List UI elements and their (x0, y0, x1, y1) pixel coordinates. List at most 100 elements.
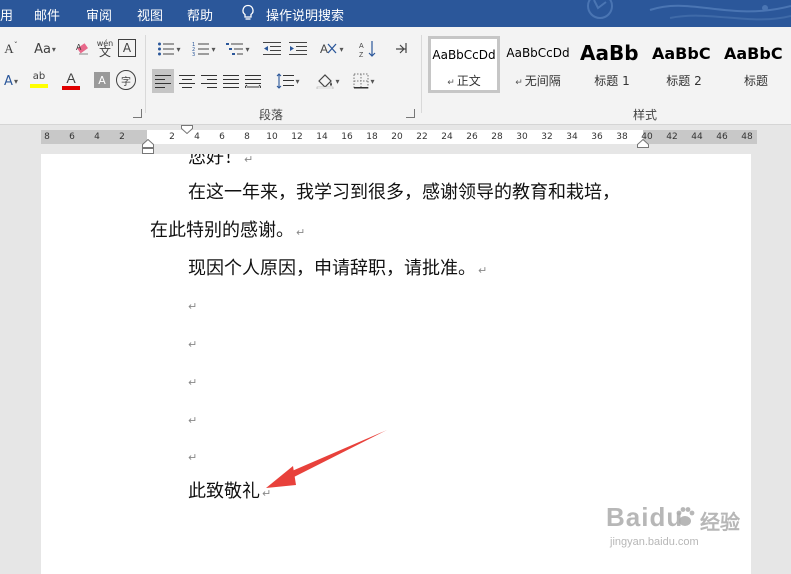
ribbon-background-pattern (587, 0, 791, 21)
increase-indent-button[interactable] (286, 37, 310, 61)
style-heading-2[interactable]: AaBbC 标题 2 (648, 36, 720, 93)
ruler-number: 2 (119, 132, 125, 142)
shrink-font-button[interactable]: Aˇ (0, 37, 22, 61)
left-indent-marker[interactable] (142, 139, 154, 154)
font-dialog-launcher[interactable] (133, 109, 142, 118)
paragraph-dialog-launcher[interactable] (406, 109, 415, 118)
paragraph-group-label: 段落 (259, 108, 284, 122)
tab-review[interactable]: 审阅 (86, 5, 112, 24)
tab-mailings[interactable]: 邮件 (34, 5, 60, 24)
style-normal[interactable]: AaBbCcDd ↵ 正文 (428, 36, 500, 93)
multilevel-list-button[interactable]: ▾ (222, 37, 254, 61)
ruler-number: 44 (691, 132, 703, 142)
distributed-button[interactable] (242, 69, 264, 93)
borders-button[interactable]: ▾ (348, 69, 380, 93)
justify-button[interactable] (220, 69, 242, 93)
paragraph-mark-icon (396, 43, 407, 54)
watermark-brand-cn: 经验 (700, 512, 740, 534)
ruler-number: 16 (341, 132, 353, 142)
style-name: 无间隔 (524, 74, 561, 88)
justify-icon (223, 75, 239, 88)
style-name: 标题 (743, 74, 768, 88)
ruler-number: 26 (466, 132, 478, 142)
ruler-number: 8 (44, 132, 50, 142)
ruler-number: 10 (266, 132, 278, 142)
ruler-number: 18 (366, 132, 378, 142)
style-name: 标题 2 (666, 74, 702, 88)
lightbulb-icon[interactable] (240, 4, 256, 22)
align-right-button[interactable] (198, 69, 220, 93)
style-title[interactable]: AaBbC 标题 (720, 36, 791, 93)
character-border-button[interactable]: A (118, 39, 136, 57)
show-hide-marks-button[interactable] (390, 37, 412, 61)
borders-icon (353, 73, 369, 89)
highlight-color-button[interactable]: ab (24, 67, 54, 93)
bullets-button[interactable]: ▾ (152, 37, 186, 61)
align-left-button[interactable] (152, 69, 174, 93)
paragraph-body-line-2[interactable]: 在此特别的感谢。 ↵ (150, 220, 305, 244)
empty-paragraph-mark[interactable]: ↵ (188, 451, 197, 464)
text-effects-button[interactable]: A ▾ (0, 69, 22, 93)
style-preview: AaBb (580, 41, 639, 65)
empty-paragraph-mark[interactable]: ↵ (188, 414, 197, 427)
paragraph-resignation[interactable]: 现因个人原因，申请辞职，请批准。 ↵ (188, 258, 487, 282)
align-center-icon (179, 75, 195, 88)
ruler-number: 34 (566, 132, 578, 142)
ruler-number: 12 (291, 132, 303, 142)
line-spacing-button[interactable]: ▾ (272, 69, 304, 93)
character-shading-button[interactable]: A (94, 72, 110, 88)
ruler-number: 4 (194, 132, 200, 142)
ruler-number: 38 (616, 132, 628, 142)
svg-text:3: 3 (192, 52, 195, 57)
bullet-list-icon (158, 42, 175, 56)
empty-paragraph-mark[interactable]: ↵ (188, 338, 197, 351)
chinese-layout-button[interactable]: A ▾ (316, 37, 348, 61)
paragraph-greeting[interactable]: 您好！ ↵ (188, 154, 253, 171)
sort-button[interactable]: A Z (356, 37, 380, 61)
chinese-layout-icon: A (320, 42, 337, 56)
ruler-number: 14 (316, 132, 328, 142)
decrease-indent-button[interactable] (260, 37, 284, 61)
align-center-button[interactable] (176, 69, 198, 93)
empty-paragraph-mark[interactable]: ↵ (188, 376, 197, 389)
ruler-number: 46 (716, 132, 728, 142)
tab-partial[interactable]: 用 (0, 5, 13, 24)
ruler-number: 4 (94, 132, 100, 142)
right-indent-marker[interactable] (637, 139, 649, 148)
font-color-button[interactable]: A (56, 67, 86, 93)
group-separator (421, 35, 422, 113)
line-spacing-icon (277, 73, 295, 89)
style-name: 正文 (456, 74, 481, 88)
paint-bucket-icon (317, 74, 334, 89)
paragraph-body-line-1[interactable]: 在这一年来，我学习到很多，感谢领导的教育和栽培， (188, 182, 620, 204)
increase-indent-icon (289, 42, 307, 55)
paragraph-closing[interactable]: 此致敬礼 ↵ (188, 481, 271, 505)
clear-formatting-button[interactable]: A (72, 37, 94, 61)
phonetic-guide-button[interactable]: wén 文 (94, 35, 116, 61)
numbering-button[interactable]: 123 ▾ (188, 37, 220, 61)
tab-help[interactable]: 帮助 (187, 5, 213, 24)
sort-az-icon: A Z (359, 41, 376, 58)
first-line-indent-marker[interactable] (181, 125, 193, 134)
svg-text:A: A (76, 43, 82, 52)
ruler-number: 48 (741, 132, 753, 142)
tab-view[interactable]: 视图 (137, 5, 163, 24)
align-left-icon (155, 75, 171, 88)
styles-group-label: 样式 (633, 108, 658, 122)
svg-text:A: A (320, 42, 328, 56)
ruler-number: 6 (69, 132, 75, 142)
style-heading-1[interactable]: AaBb 标题 1 (576, 36, 648, 93)
ruler-number: 32 (541, 132, 553, 142)
enclose-characters-button[interactable]: 字 (116, 70, 136, 90)
watermark-url: jingyan.baidu.com (610, 536, 699, 548)
baidu-watermark: Baidu 经验 jingyan.baidu.com (606, 484, 756, 554)
shading-button[interactable]: ▾ (312, 69, 344, 93)
change-case-button[interactable]: Aa ▾ (28, 37, 62, 61)
align-right-icon (201, 75, 217, 88)
empty-paragraph-mark[interactable]: ↵ (188, 300, 197, 313)
style-preview: AaBbCcDd (432, 48, 496, 62)
style-no-spacing[interactable]: AaBbCcDd ↵ 无间隔 (502, 36, 574, 93)
highlight-yellow-swatch (30, 84, 48, 88)
tell-me-search[interactable]: 操作说明搜索 (266, 5, 344, 24)
eraser-icon: A (76, 43, 88, 55)
